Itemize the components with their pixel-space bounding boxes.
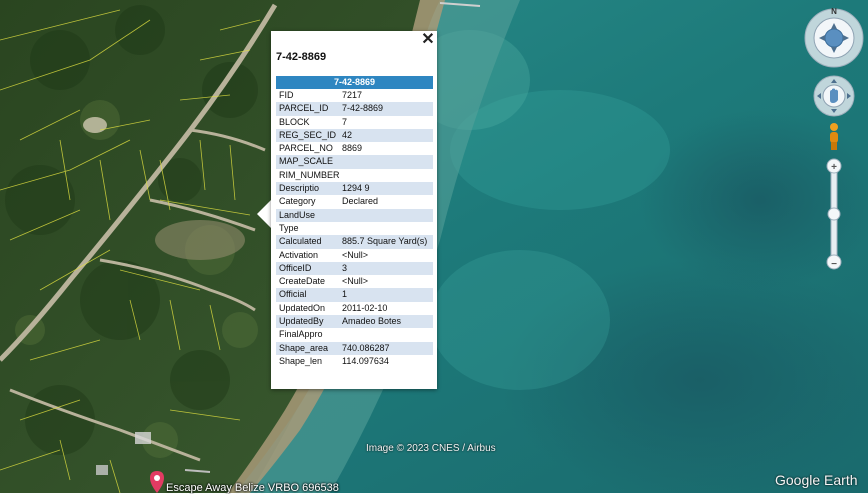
compass-control[interactable] bbox=[804, 8, 864, 68]
attribute-key: PARCEL_NO bbox=[279, 143, 333, 154]
attribute-row: Shape_len 114.097634 bbox=[276, 354, 433, 369]
attribute-row: UpdatedOn 2011-02-10 bbox=[276, 301, 433, 316]
attribute-value: Amadeo Botes bbox=[342, 316, 402, 327]
attribute-value: 42 bbox=[342, 129, 353, 140]
attribute-table-header: 7-42-8869 bbox=[276, 76, 433, 89]
compass-north-label: N bbox=[831, 7, 837, 16]
attribute-row: Activation <Null> bbox=[276, 248, 433, 262]
attribute-row: FinalAppro bbox=[276, 328, 433, 342]
attribute-row: PARCEL_ID 7-42-8869 bbox=[276, 102, 433, 116]
attribute-key: Shape_len bbox=[279, 355, 323, 366]
attribute-row: Category Declared bbox=[276, 195, 433, 209]
attribute-key: UpdatedOn bbox=[279, 302, 326, 313]
attribute-key: PARCEL_ID bbox=[279, 103, 329, 114]
navigation-controls: N + − bbox=[802, 5, 866, 277]
attribute-key: Type bbox=[279, 222, 299, 233]
attribute-key: Activation bbox=[279, 249, 319, 260]
attribute-row: RIM_NUMBER bbox=[276, 168, 433, 183]
attribute-value: 2011-02-10 bbox=[342, 302, 388, 313]
close-icon[interactable]: ✕ bbox=[421, 32, 435, 48]
attribute-row: Calculated 885.7 Square Yard(s) bbox=[276, 235, 433, 249]
zoom-in-button[interactable]: + bbox=[829, 163, 839, 173]
zoom-slider[interactable] bbox=[826, 158, 842, 270]
attribute-value: 114.097634 bbox=[342, 355, 389, 366]
attribute-key: MAP_SCALE bbox=[279, 156, 334, 167]
attribute-row: Type bbox=[276, 221, 433, 236]
attribute-key: OfficeID bbox=[279, 262, 312, 273]
balloon-pointer bbox=[257, 199, 272, 229]
attribute-value: <Null> bbox=[342, 249, 369, 260]
attribute-row: UpdatedBy Amadeo Botes bbox=[276, 315, 433, 329]
attribute-key: CreateDate bbox=[279, 276, 326, 287]
attribute-value bbox=[340, 209, 433, 222]
attribute-value: 7217 bbox=[342, 90, 363, 100]
attribute-key: LandUse bbox=[279, 209, 316, 220]
attribute-row: OfficeID 3 bbox=[276, 261, 433, 276]
attribute-key: REG_SEC_ID bbox=[279, 129, 337, 140]
attribute-table: 7-42-8869 FID 7217 PARCEL_ID 7-42-8869 BLOCK… bbox=[276, 76, 433, 369]
placemark-label[interactable]: Escape Away Belize VRBO 696538 bbox=[166, 482, 339, 494]
attribute-row: Official 1 bbox=[276, 288, 433, 302]
attribute-value: 8869 bbox=[342, 143, 363, 154]
attribute-row: PARCEL_NO 8869 bbox=[276, 142, 433, 156]
google-earth-logo: Google Earth bbox=[775, 472, 858, 488]
attribute-key: Category bbox=[279, 196, 316, 207]
attribute-value bbox=[340, 328, 433, 341]
attribute-value: 1 bbox=[342, 289, 348, 300]
attribute-key: Calculated bbox=[279, 236, 322, 247]
attribute-value: 7 bbox=[342, 116, 348, 127]
attribute-row: Shape_area 740.086287 bbox=[276, 341, 433, 355]
balloon-title: 7-42-8869 bbox=[276, 51, 327, 63]
attribute-key: Official bbox=[279, 289, 307, 300]
attribute-row: LandUse bbox=[276, 208, 433, 222]
attribute-value: Declared bbox=[342, 196, 379, 207]
attribute-row: REG_SEC_ID 42 bbox=[276, 128, 433, 143]
attribute-value: 1294 9 bbox=[342, 183, 370, 194]
attribute-key: FID bbox=[279, 90, 294, 100]
attribute-rows: FID 7217 PARCEL_ID 7-42-8869 BLOCK 7 REG_SEC_I… bbox=[276, 89, 433, 369]
attribute-value: 885.7 Square Yard(s) bbox=[342, 236, 428, 247]
move-control[interactable] bbox=[813, 75, 855, 117]
attribute-value: 740.086287 bbox=[342, 342, 390, 353]
attribute-value bbox=[340, 222, 433, 235]
attribute-key: FinalAppro bbox=[279, 329, 323, 340]
attribute-row: BLOCK 7 bbox=[276, 115, 433, 129]
attribute-key: BLOCK bbox=[279, 116, 310, 127]
attribute-value: 7-42-8869 bbox=[342, 103, 384, 114]
attribute-key: Shape_area bbox=[279, 342, 329, 353]
attribute-key: UpdatedBy bbox=[279, 316, 324, 327]
attribute-value: 3 bbox=[342, 262, 348, 273]
zoom-out-button[interactable]: − bbox=[829, 260, 839, 270]
imagery-copyright: Image © 2023 CNES / Airbus bbox=[366, 443, 496, 454]
attribute-value: <Null> bbox=[342, 276, 369, 287]
attribute-key: Descriptio bbox=[279, 183, 320, 194]
attribute-row: FID 7217 bbox=[276, 89, 433, 103]
attribute-value bbox=[340, 169, 433, 182]
attribute-row: CreateDate <Null> bbox=[276, 275, 433, 289]
attribute-key: RIM_NUMBER bbox=[279, 169, 340, 180]
pegman-icon[interactable] bbox=[830, 123, 838, 150]
attribute-value bbox=[340, 155, 433, 168]
info-balloon: ✕ 7-42-8869 7-42-8869 FID 7217 PARCEL_ID 7-… bbox=[271, 31, 437, 389]
attribute-row: Descriptio 1294 9 bbox=[276, 182, 433, 196]
attribute-row: MAP_SCALE bbox=[276, 155, 433, 169]
placemark-pin-icon[interactable] bbox=[150, 471, 164, 493]
